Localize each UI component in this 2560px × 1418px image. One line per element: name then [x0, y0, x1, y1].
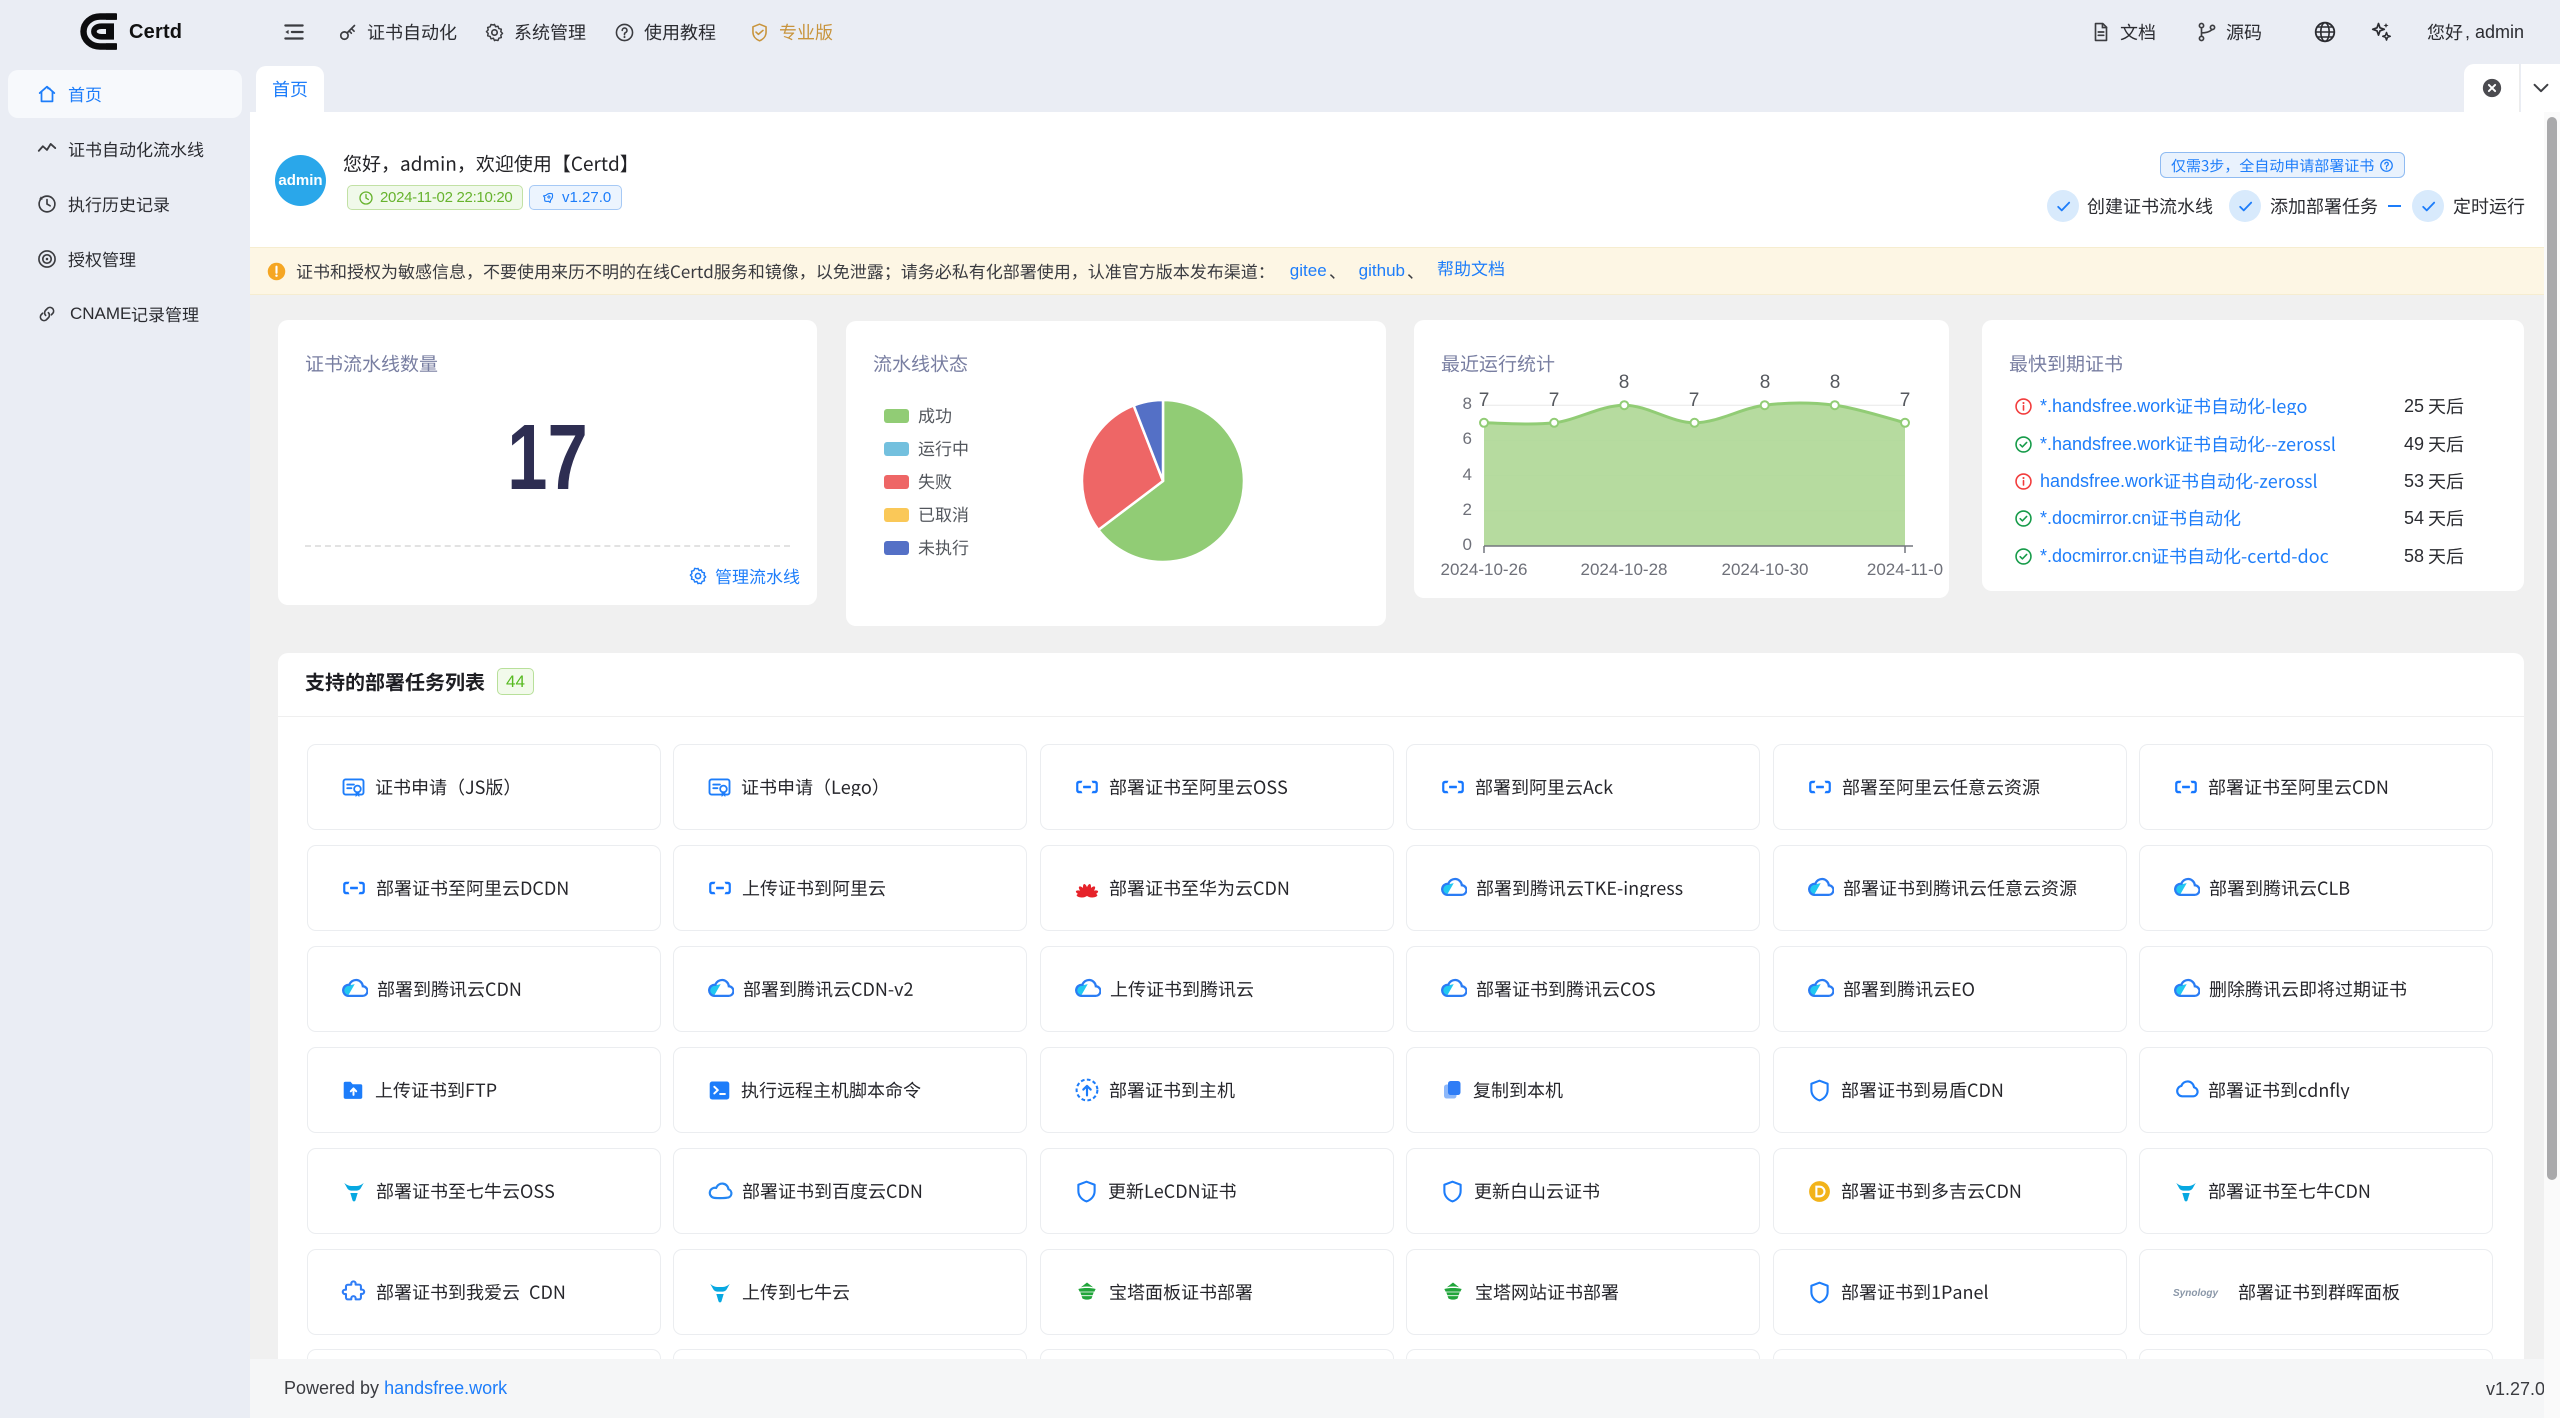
svg-text:Synology: Synology: [2173, 1288, 2218, 1299]
